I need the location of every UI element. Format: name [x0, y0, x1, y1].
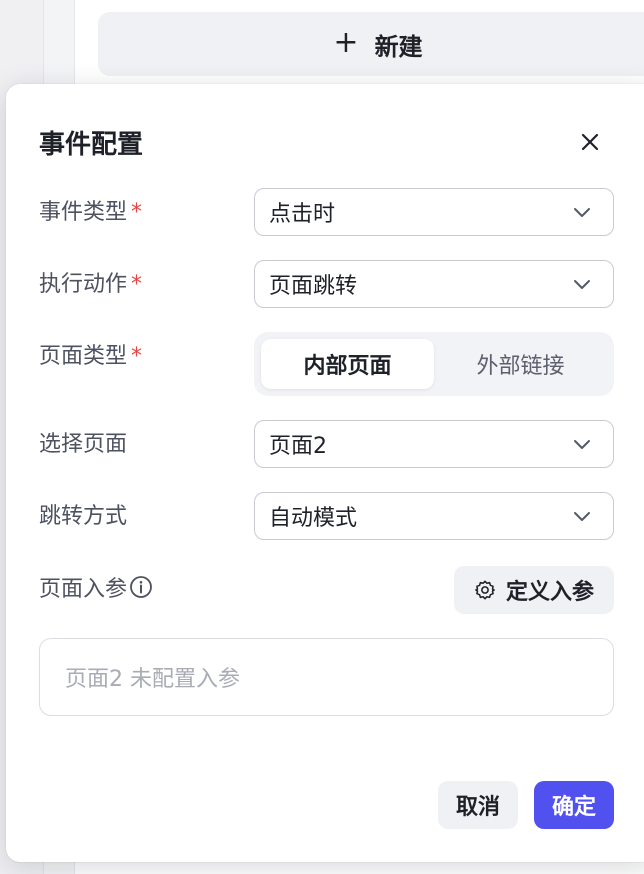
select-page-select[interactable]: 页面2 [254, 420, 614, 468]
plus-icon: + [333, 25, 359, 60]
event-type-select[interactable]: 点击时 [254, 188, 614, 236]
action-value: 页面跳转 [269, 274, 358, 299]
event-type-value: 点击时 [269, 202, 336, 227]
chevron-down-icon [574, 512, 590, 521]
action-label: 执行动作 * [39, 272, 143, 297]
jump-mode-value: 自动模式 [269, 506, 358, 531]
select-page-value: 页面2 [269, 434, 327, 459]
required-mark: * [131, 200, 143, 225]
select-page-label: 选择页面 [39, 432, 128, 457]
required-mark: * [131, 344, 143, 369]
required-mark: * [131, 272, 143, 297]
dialog-title: 事件配置 [39, 130, 144, 160]
new-button[interactable]: + 新建 [98, 12, 644, 76]
event-type-label: 事件类型 * [39, 200, 143, 225]
params-empty-text: 页面2 未配置入参 [65, 667, 240, 692]
params-empty-box: 页面2 未配置入参 [39, 638, 614, 716]
event-config-dialog: 事件配置 事件类型 * 点击时 执行动作 * 页面跳转 页面类型 * 内部页面 外部链… [6, 84, 644, 862]
chevron-down-icon [574, 280, 590, 289]
close-icon[interactable] [576, 128, 604, 156]
define-params-label: 定义入参 [505, 580, 594, 605]
info-icon[interactable] [129, 575, 153, 599]
action-select[interactable]: 页面跳转 [254, 260, 614, 308]
jump-mode-label: 跳转方式 [39, 504, 128, 529]
chevron-down-icon [574, 440, 590, 449]
page-type-label: 页面类型 * [39, 344, 143, 369]
jump-mode-select[interactable]: 自动模式 [254, 492, 614, 540]
page-type-segmented: 内部页面 外部链接 [254, 332, 614, 396]
chevron-down-icon [574, 208, 590, 217]
gear-icon [475, 580, 495, 600]
segment-external-link[interactable]: 外部链接 [434, 339, 607, 389]
page-params-label: 页面入参 [39, 571, 153, 603]
define-params-button[interactable]: 定义入参 [454, 566, 614, 614]
cancel-button[interactable]: 取消 [438, 781, 518, 829]
new-button-label: 新建 [374, 32, 423, 61]
confirm-button[interactable]: 确定 [534, 781, 614, 829]
segment-internal-page[interactable]: 内部页面 [261, 339, 434, 389]
